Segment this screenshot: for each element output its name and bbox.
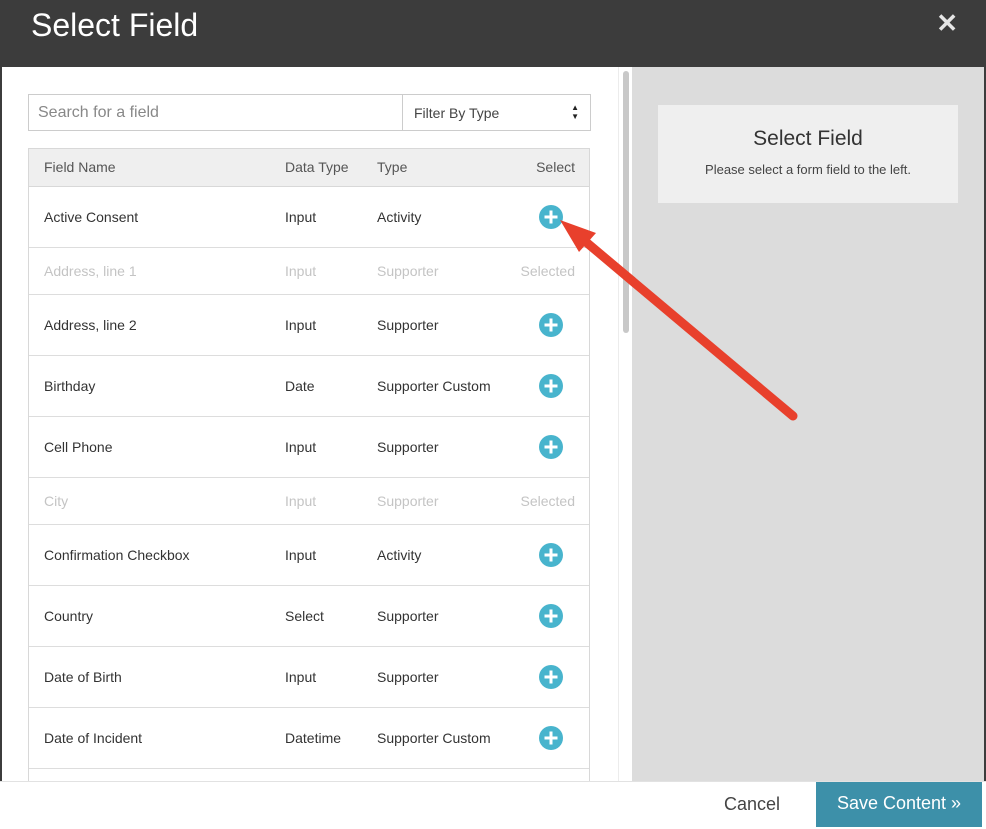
field-name-cell: Address, line 2 [44,317,137,333]
data-type-cell: Input [285,209,317,225]
field-name-cell: Active Consent [44,209,139,225]
plus-circle-icon[interactable] [539,726,563,750]
plus-circle-icon[interactable] [539,543,563,567]
type-cell: Supporter [377,608,439,624]
plus-circle-icon[interactable] [539,435,563,459]
modal-title: Select Field [31,7,199,43]
modal-footer: Cancel Save Content » [0,781,986,829]
field-name-cell: Birthday [44,378,96,394]
table-row: Date of Incident Datetime Supporter Custom [29,708,589,769]
data-type-cell: Input [285,547,317,563]
scrollbar-thumb[interactable] [623,71,629,333]
field-name-cell: Date of Incident [44,730,143,746]
type-cell: Supporter Custom [377,378,491,394]
plus-circle-icon[interactable] [539,374,563,398]
preview-title: Select Field [753,127,863,150]
table-row: Confirmation Checkbox Input Activity [29,525,589,586]
header-data-type: Data Type [285,159,349,175]
header-select: Select [536,159,575,175]
data-type-cell: Datetime [285,730,342,746]
preview-text: Please select a form field to the left. [705,162,911,177]
header-field-name: Field Name [44,159,116,175]
filter-by-type-select[interactable]: Filter By Type ▲ ▼ [402,94,591,131]
type-cell: Activity [377,209,422,225]
table-row: Country Select Supporter [29,586,589,647]
select-field-modal: Select Field ✕ Filter By Type ▲▼ Field N… [0,0,986,829]
field-name-cell: City [44,493,69,509]
type-cell: Supporter [377,439,439,455]
data-type-cell: Date [285,378,315,394]
type-cell: Supporter [377,493,439,509]
selected-status: Selected [520,493,575,509]
field-name-cell: Date of Birth [44,669,122,685]
save-content-button[interactable]: Save Content » [816,782,982,827]
data-type-cell: Input [285,263,317,279]
table-row: Active Consent Input Activity [29,187,589,248]
table-row: Date of Birth Input Supporter [29,647,589,708]
table-row: Address, line 1 Input Supporter Selected [29,248,589,295]
filter-select-value: Filter By Type [414,105,500,121]
type-cell: Activity [377,547,422,563]
field-name-cell: Address, line 1 [44,263,137,279]
data-type-cell: Input [285,439,317,455]
plus-circle-icon[interactable] [539,205,563,229]
field-name-cell: Confirmation Checkbox [44,547,190,563]
table-row: Cell Phone Input Supporter [29,417,589,478]
fields-table: Field Name Data Type Type Select Active … [28,148,590,781]
scrollbar[interactable] [618,67,633,781]
search-row: Filter By Type ▲▼ [28,94,591,131]
preview-pane: Select Field Please select a form field … [632,67,984,781]
table-header: Field Name Data Type Type Select [29,149,589,187]
table-row: Birthday Date Supporter Custom [29,356,589,417]
table-row: Address, line 2 Input Supporter [29,295,589,356]
type-cell: Supporter [377,669,439,685]
selected-status: Selected [520,263,575,279]
data-type-cell: Select [285,608,324,624]
field-list-pane: Filter By Type ▲▼ Field Name Data Type T… [2,67,618,781]
modal-header: Select Field ✕ [0,0,986,67]
table-body: Active Consent Input Activity Address, line… [29,187,589,769]
field-name-cell: Country [44,608,94,624]
data-type-cell: Input [285,669,317,685]
preview-card: Select Field Please select a form field … [658,105,958,203]
sort-arrows-icon: ▲ ▼ [571,103,579,121]
header-type: Type [377,159,408,175]
data-type-cell: Input [285,317,317,333]
plus-circle-icon[interactable] [539,313,563,337]
data-type-cell: Input [285,493,317,509]
table-row: City Input Supporter Selected [29,478,589,525]
close-icon[interactable]: ✕ [936,8,958,38]
field-name-cell: Cell Phone [44,439,113,455]
plus-circle-icon[interactable] [539,665,563,689]
cancel-button[interactable]: Cancel [724,794,780,815]
plus-circle-icon[interactable] [539,604,563,628]
search-input[interactable] [28,94,403,131]
type-cell: Supporter [377,317,439,333]
type-cell: Supporter [377,263,439,279]
type-cell: Supporter Custom [377,730,491,746]
